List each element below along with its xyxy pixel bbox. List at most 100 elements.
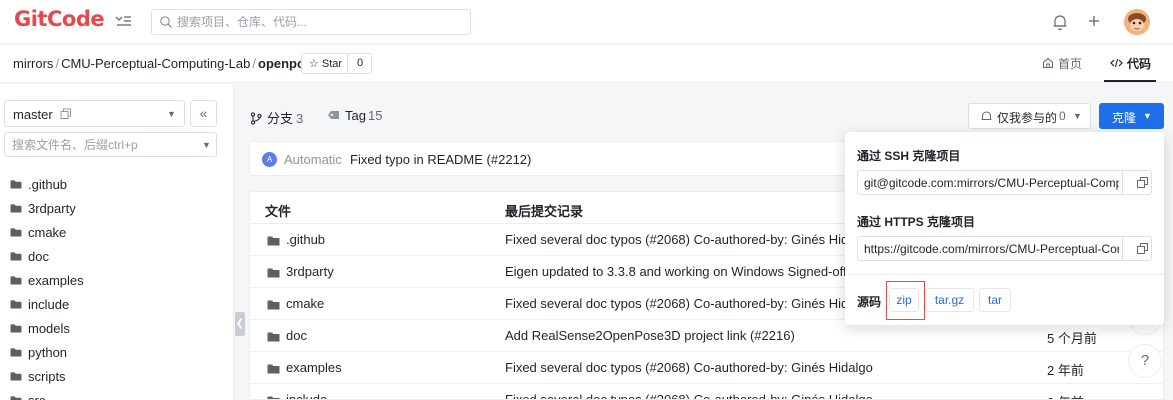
source-code-label: 源码 (857, 295, 882, 309)
folder-icon (267, 236, 280, 246)
folder-name: 3rdparty (28, 201, 76, 216)
global-search (151, 9, 471, 35)
participation-filter[interactable]: 仅我参与的 0 ▼ (968, 103, 1091, 129)
sidebar-resize-handle[interactable]: ❮ (235, 312, 245, 336)
participation-count: 0 (1059, 109, 1066, 123)
zip-highlight-box (886, 281, 925, 320)
sidebar-folder-item[interactable]: src (10, 389, 210, 400)
folder-name: include (28, 297, 70, 312)
folder-name: python (28, 345, 68, 360)
column-header-file: 文件 (265, 204, 292, 219)
help-icon: ? (1140, 352, 1150, 369)
folder-icon (10, 204, 22, 213)
folder-icon (10, 396, 22, 400)
copy-icon[interactable] (1137, 177, 1148, 188)
sidebar-folder-item[interactable]: python (10, 341, 210, 365)
breadcrumb-group[interactable]: CMU-Perceptual-Computing-Lab (61, 56, 250, 71)
file-search-field: ▼ (4, 132, 217, 157)
breadcrumb-owner[interactable]: mirrors (13, 56, 53, 71)
user-avatar[interactable] (1124, 9, 1150, 35)
create-plus-icon[interactable] (1086, 13, 1102, 29)
https-clone-title: 通过 HTTPS 克隆项目 (857, 215, 976, 229)
table-row[interactable]: examples Fixed several doc typos (#2068) … (250, 352, 1163, 384)
field-divider (1122, 237, 1123, 260)
tab-code-label: 代码 (1127, 57, 1152, 71)
sidebar-folder-item[interactable]: scripts (10, 365, 210, 389)
commit-author[interactable]: Automatic (284, 152, 342, 167)
gitcode-logo[interactable]: GitCode (14, 7, 105, 31)
commit-message[interactable]: Fixed typo in README (#2212) (350, 152, 531, 167)
tags-label: Tag (345, 108, 366, 123)
star-button[interactable]: ☆ Star 0 (301, 53, 372, 74)
file-name[interactable]: cmake (286, 296, 324, 311)
chevron-down-icon: ▼ (1143, 111, 1152, 121)
file-name[interactable]: 3rdparty (286, 264, 334, 279)
branches-count: 3 (296, 111, 304, 126)
folder-icon (10, 228, 22, 237)
sidebar-folder-item[interactable]: 3rdparty (10, 197, 210, 221)
folder-name: doc (28, 249, 49, 264)
tags-count: 15 (367, 108, 383, 123)
top-navbar: GitCode (0, 0, 1173, 44)
table-row[interactable]: include Fixed several doc typos (#2068) C… (250, 384, 1163, 399)
sidebar-folder-item[interactable]: models (10, 317, 210, 341)
commit-message[interactable]: Add RealSense2OpenPose3D project link (#… (505, 328, 1100, 343)
download-tar-button[interactable]: tar (979, 288, 1011, 312)
sidebar-folder-item[interactable]: cmake (10, 221, 210, 245)
file-name[interactable]: include (286, 392, 327, 399)
file-name[interactable]: doc (286, 328, 307, 343)
folder-name: src (28, 393, 45, 400)
branches-label: 分支 (267, 111, 294, 126)
breadcrumb-separator: / (252, 56, 256, 71)
commit-message[interactable]: Fixed several doc typos (#2068) Co-autho… (505, 360, 1100, 375)
copy-icon[interactable] (1137, 243, 1148, 254)
copy-icon[interactable] (60, 108, 72, 120)
folder-icon (10, 252, 22, 261)
repo-header: mirrors / CMU-Perceptual-Computing-Lab / ope… (0, 45, 1173, 83)
column-header-commit: 最后提交记录 (505, 204, 584, 219)
collapse-sidebar-button[interactable]: « (190, 100, 217, 127)
chevron-down-icon: ▼ (167, 109, 176, 119)
tags-link[interactable]: Tag 15 (327, 108, 382, 123)
folder-icon (267, 300, 280, 310)
home-icon (1042, 57, 1054, 69)
file-name[interactable]: .github (286, 232, 325, 247)
tab-home[interactable]: 首页 (1042, 55, 1082, 72)
ssh-clone-title: 通过 SSH 克隆项目 (857, 149, 961, 163)
chevron-down-icon[interactable]: ▼ (202, 140, 211, 150)
field-divider (1122, 171, 1123, 194)
sidebar-folder-item[interactable]: .github (10, 173, 210, 197)
menu-toggle-icon[interactable] (114, 12, 132, 30)
active-tab-indicator (1104, 80, 1156, 82)
branch-selector[interactable]: master ▼ (4, 100, 185, 127)
tab-home-label: 首页 (1058, 57, 1083, 71)
branches-link[interactable]: 分支 3 (250, 108, 303, 127)
branch-icon (250, 112, 262, 125)
notification-bell-icon[interactable] (1052, 13, 1068, 31)
clone-button[interactable]: 克隆 ▼ (1099, 103, 1164, 129)
https-url-input[interactable] (864, 240, 1119, 257)
file-name[interactable]: examples (286, 360, 342, 375)
download-targz-button[interactable]: tar.gz (925, 288, 974, 312)
folder-name: cmake (28, 225, 67, 240)
folder-icon (267, 268, 280, 278)
file-search-input[interactable] (12, 136, 192, 153)
code-icon (1110, 58, 1123, 68)
commit-message[interactable]: Fixed several doc typos (#2068) Co-autho… (505, 392, 1100, 399)
help-button[interactable]: ? (1128, 344, 1162, 378)
breadcrumb-separator: / (55, 56, 60, 71)
ssh-url-input[interactable] (864, 174, 1119, 191)
tab-code[interactable]: 代码 (1110, 55, 1151, 72)
divider (845, 274, 1164, 275)
search-icon (160, 16, 172, 28)
participation-filter-label: 仅我参与的 (997, 111, 1058, 125)
sidebar-folder-item[interactable]: doc (10, 245, 210, 269)
sidebar-folder-item[interactable]: include (10, 293, 210, 317)
ssh-url-field (857, 170, 1152, 195)
https-url-field (857, 236, 1152, 261)
sidebar-folder-item[interactable]: examples (10, 269, 210, 293)
monkey-avatar-icon (1124, 9, 1150, 35)
global-search-input[interactable] (177, 13, 462, 31)
branch-selector-value: master (13, 107, 53, 122)
folder-icon (267, 396, 280, 399)
